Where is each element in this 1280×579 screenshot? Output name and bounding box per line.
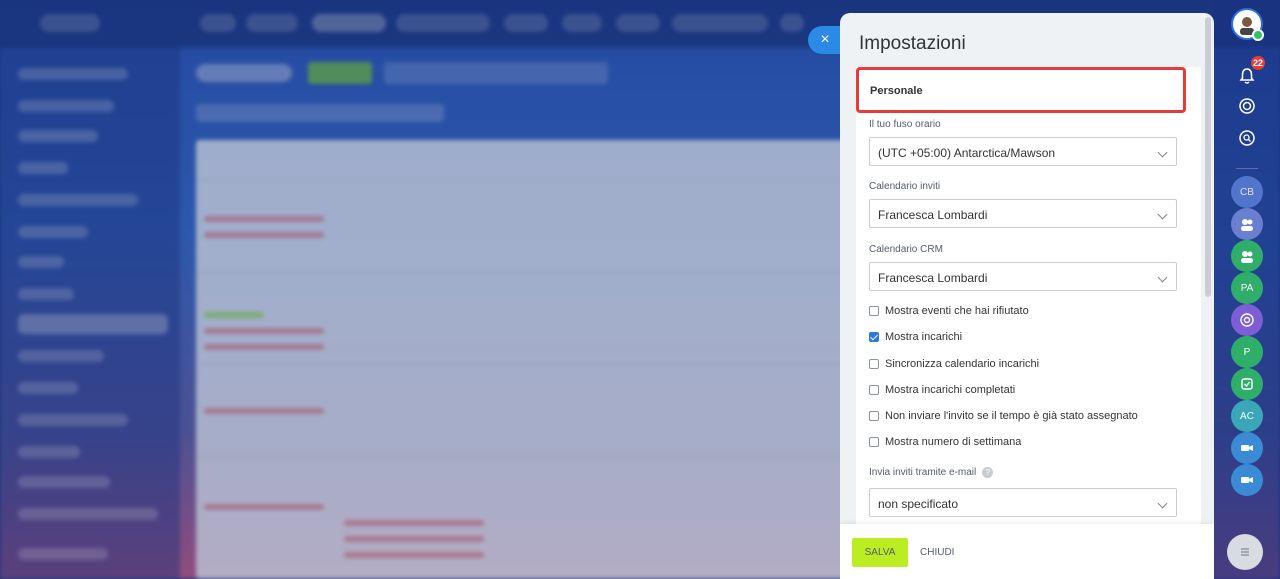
panel-scrollbar[interactable] [1205,17,1211,297]
group-icon [1241,219,1253,231]
checkbox-box[interactable] [869,385,879,395]
email-invites-value: non specificato [878,497,959,511]
timezone-label: Il tuo fuso orario [869,119,941,130]
invites-calendar-label: Calendario inviti [869,181,941,192]
group-icon [1241,251,1253,263]
messenger-menu-button[interactable] [1227,534,1263,570]
save-button[interactable]: SALVA [852,538,908,567]
chevron-down-icon [1157,147,1168,158]
menu-lines-icon [1241,548,1249,556]
avatar-initials: PA [1240,282,1254,294]
checkbox-label: Mostra eventi che hai rifiutato [885,305,1029,317]
timezone-select[interactable]: (UTC +05:00) Antarctica/Mawson [869,137,1177,166]
checkbox-show-tasks[interactable]: Mostra incarichi [869,330,962,344]
notification-badge: 22 [1250,56,1265,70]
checkbox-show-declined[interactable]: Mostra eventi che hai rifiutato [869,304,1029,318]
checkbox-no-invite-if-busy[interactable]: Non inviare l'invito se il tempo è già s… [869,409,1138,423]
panel-close-tab[interactable]: × [808,26,842,54]
panel-title: Impostazioni [859,33,966,54]
email-invites-select[interactable]: non specificato [869,488,1177,517]
video-call-1[interactable] [1231,432,1263,464]
chat-avatar-p[interactable]: P [1231,336,1263,368]
close-icon: × [820,31,830,48]
rail-separator [1236,168,1258,169]
checkbox-label: Mostra incarichi [885,331,963,343]
spiral-icon [1240,313,1254,327]
chevron-down-icon [1157,209,1168,220]
timezone-value: (UTC +05:00) Antarctica/Mawson [878,146,1056,160]
chat-avatar-cb[interactable]: CB [1231,176,1263,208]
checkbox-label: Mostra incarichi completati [885,384,1016,396]
chevron-down-icon [1157,272,1168,283]
checkbox-box[interactable] [869,359,879,369]
section-title: Personale [870,85,923,97]
video-camera-icon [1241,445,1253,451]
chat-avatar-pa[interactable]: PA [1231,272,1263,304]
crm-calendar-label: Calendario CRM [869,244,943,255]
chat-group-2[interactable] [1231,240,1263,272]
email-invites-label-text: Invia inviti tramite e-mail [869,467,977,479]
right-rail: 22 CB PA P AC [1214,0,1280,579]
checkbox-label: Sincronizza calendario incarichi [885,358,1040,370]
panel-footer: SALVA CHIUDI [840,524,1214,579]
checkbox-sync-tasks[interactable]: Sincronizza calendario incarichi [869,357,1039,371]
status-online-icon [1252,29,1264,41]
chat-tasks[interactable] [1231,368,1263,400]
checkbox-label: Non inviare l'invito se il tempo è già s… [885,410,1138,422]
chat-avatar-ac[interactable]: AC [1231,400,1263,432]
checkbox-box[interactable] [869,306,879,316]
user-avatar[interactable] [1231,8,1264,41]
search-chat-icon [1239,130,1255,146]
email-invites-label: Invia inviti tramite e-mail? [869,467,994,479]
checkbox-box[interactable] [869,437,879,447]
avatar-initials: P [1243,346,1251,358]
checkbox-show-completed[interactable]: Mostra incarichi completati [869,383,1015,397]
target-icon [1239,98,1255,114]
invites-calendar-value: Francesca Lombardi [878,208,988,222]
chat-channel[interactable] [1231,304,1263,336]
video-camera-icon [1241,477,1253,483]
avatar-initials: CB [1240,186,1254,198]
settings-panel: Impostazioni Personale Il tuo fuso orari… [840,13,1214,579]
invites-calendar-select[interactable]: Francesca Lombardi [869,199,1177,228]
checkbox-box[interactable] [869,411,879,421]
close-button[interactable]: CHIUDI [920,538,954,567]
help-icon[interactable]: ? [982,467,994,478]
notifications-button[interactable]: 22 [1231,56,1265,92]
bell-icon [1239,68,1255,84]
checkbox-label: Mostra numero di settimana [885,436,1022,448]
pulse-button[interactable] [1231,90,1263,122]
video-call-2[interactable] [1231,464,1263,496]
section-header-personal: Personale [856,67,1186,113]
checkbox-box[interactable] [869,332,879,342]
avatar-initials: AC [1240,410,1254,422]
crm-calendar-value: Francesca Lombardi [878,271,988,285]
chevron-down-icon [1157,498,1168,509]
checklist-icon [1241,378,1253,390]
search-chat-button[interactable] [1231,122,1263,154]
chat-group-1[interactable] [1231,208,1263,240]
crm-calendar-select[interactable]: Francesca Lombardi [869,262,1177,291]
checkbox-week-number[interactable]: Mostra numero di settimana [869,435,1021,449]
settings-card: Personale Il tuo fuso orario (UTC +05:00… [856,67,1201,537]
